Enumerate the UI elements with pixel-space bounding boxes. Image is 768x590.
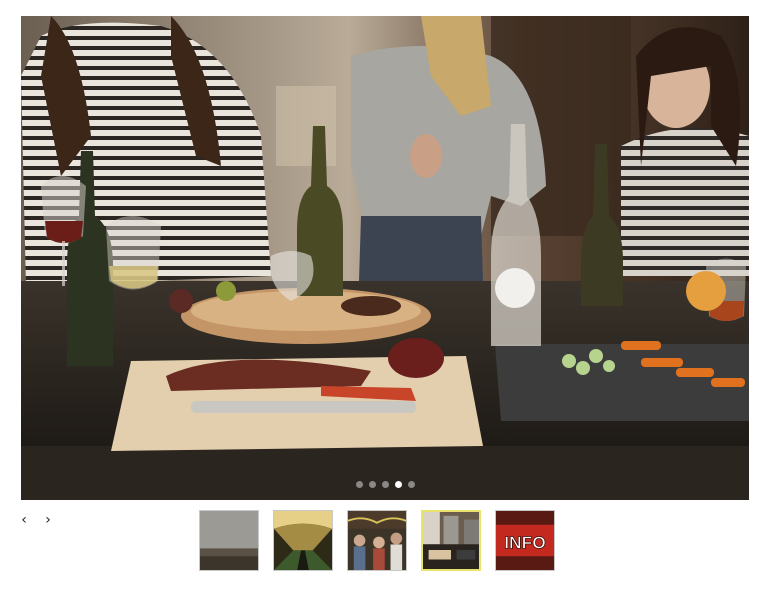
slide-dot-1[interactable] (355, 481, 363, 488)
main-slide-image[interactable] (21, 16, 749, 500)
chevron-right-icon[interactable]: › (42, 510, 54, 530)
slide-dot-2[interactable] (368, 481, 376, 488)
info-sign-thumbnail-image: INFO (496, 511, 554, 570)
thumbnail-4-active[interactable] (421, 510, 481, 571)
slide-dot-4[interactable] (394, 481, 402, 488)
thumbnail-3[interactable] (347, 510, 407, 571)
slide-indicator-dots (21, 481, 749, 488)
thumbnail-5[interactable]: INFO (495, 510, 555, 571)
slider-arrows: ‹ › (18, 510, 54, 530)
crowd-thumbnail-image (348, 511, 406, 570)
image-gallery: ‹ › INFO (0, 0, 768, 590)
info-sign-text: INFO (504, 532, 546, 552)
thumbnail-strip: INFO (199, 510, 555, 571)
slide-dot-5[interactable] (407, 481, 415, 488)
chevron-left-icon[interactable]: ‹ (18, 510, 30, 530)
slide-dot-3[interactable] (381, 481, 389, 488)
wine-party-photo (21, 16, 749, 500)
thumbnail-2[interactable] (273, 510, 333, 571)
tunnel-thumbnail-image (274, 511, 332, 570)
wine-party-thumbnail-image (423, 512, 479, 569)
landscape-thumbnail-image (200, 511, 258, 570)
thumbnail-1[interactable] (199, 510, 259, 571)
